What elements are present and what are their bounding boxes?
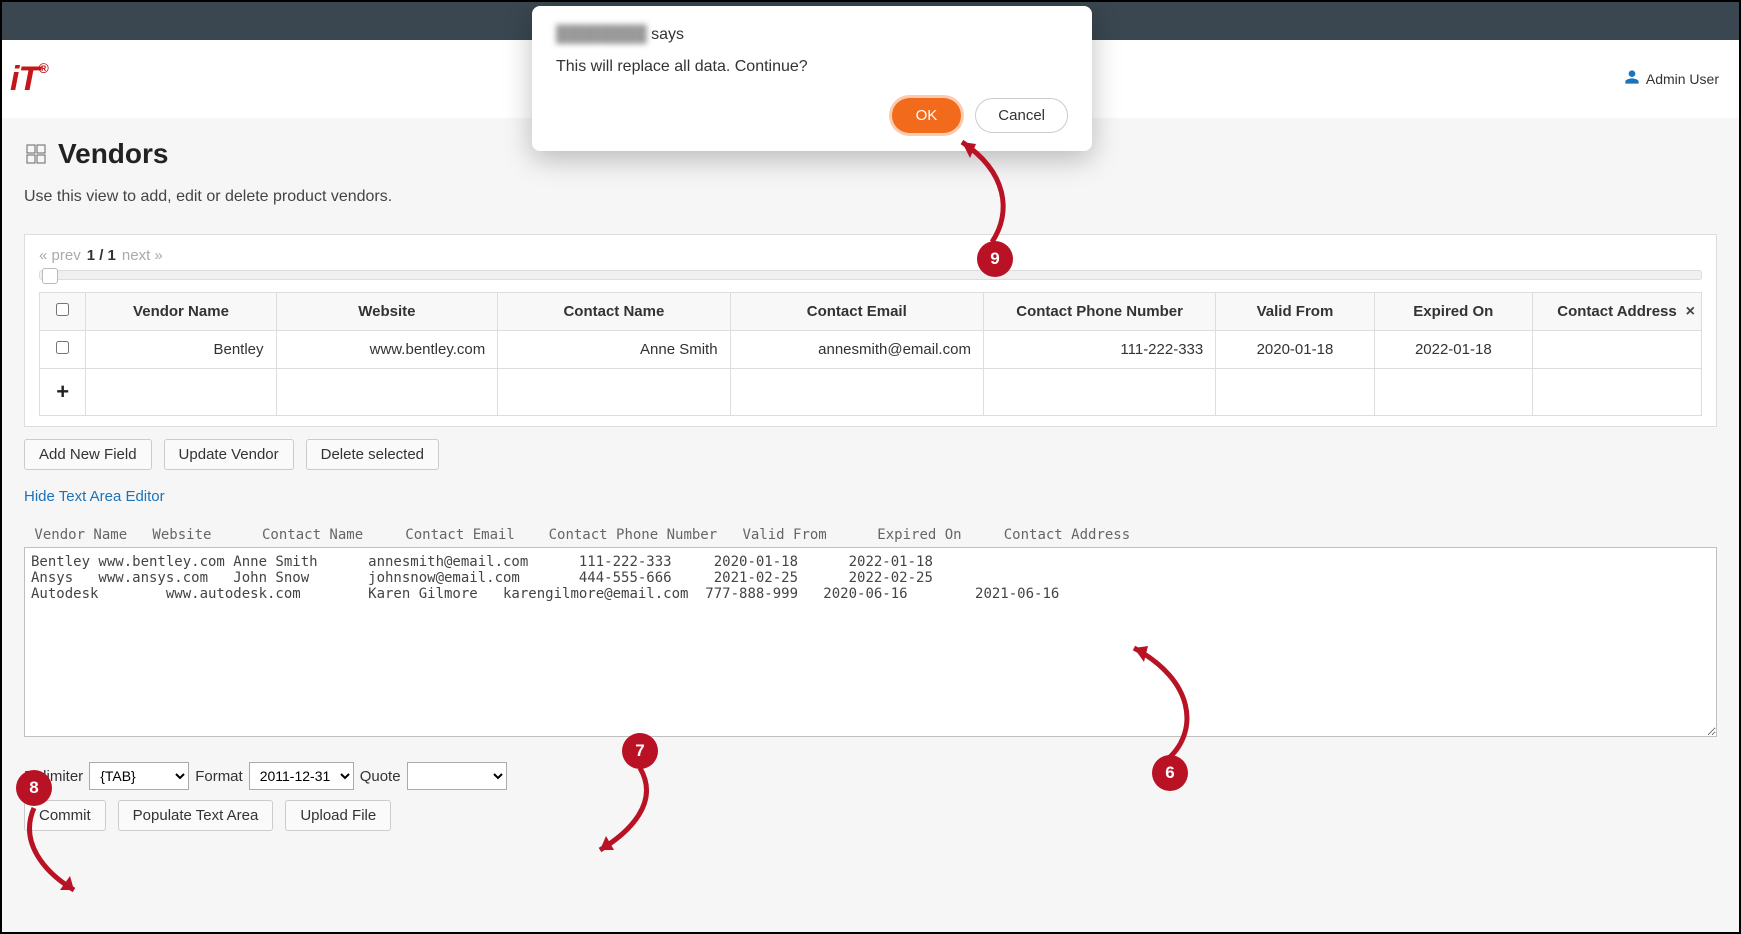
cell-contact-phone[interactable]: 111-222-333 bbox=[983, 331, 1215, 369]
format-select[interactable]: 2011-12-31 bbox=[249, 762, 354, 790]
vendors-table: Vendor Name Website Contact Name Contact… bbox=[39, 292, 1702, 416]
scroll-slider[interactable] bbox=[39, 270, 1702, 280]
delete-selected-button[interactable]: Delete selected bbox=[306, 439, 439, 470]
populate-button[interactable]: Populate Text Area bbox=[118, 800, 274, 831]
quote-label: Quote bbox=[360, 768, 401, 785]
format-label: Format bbox=[195, 768, 243, 785]
annotation-arrow-9 bbox=[942, 132, 1022, 262]
table-add-row: + bbox=[40, 369, 1702, 416]
annotation-arrow-7 bbox=[590, 762, 670, 862]
cell-contact-address[interactable] bbox=[1533, 331, 1702, 369]
dialog-message: This will replace all data. Continue? bbox=[556, 58, 1068, 76]
confirm-dialog: ████████ says This will replace all data… bbox=[532, 6, 1092, 151]
header-checkbox-cell bbox=[40, 293, 86, 331]
grid-icon bbox=[24, 142, 48, 166]
ok-button[interactable]: OK bbox=[892, 98, 962, 133]
page-title: Vendors bbox=[58, 138, 168, 170]
cell-vendor-name[interactable]: Bentley bbox=[86, 331, 276, 369]
cell-expired-on[interactable]: 2022-01-18 bbox=[1374, 331, 1532, 369]
dialog-title: ████████ says bbox=[556, 26, 1068, 44]
user-name: Admin User bbox=[1646, 71, 1719, 87]
select-all-checkbox[interactable] bbox=[56, 303, 69, 316]
add-row-icon[interactable]: + bbox=[56, 379, 69, 404]
user-block[interactable]: Admin User bbox=[1624, 69, 1719, 90]
cell-valid-from[interactable]: 2020-01-18 bbox=[1216, 331, 1374, 369]
col-contact-address[interactable]: Contact Address × bbox=[1533, 293, 1702, 331]
main-content: Vendors Use this view to add, edit or de… bbox=[2, 118, 1739, 932]
annotation-badge-7: 7 bbox=[622, 733, 658, 769]
pager-prev[interactable]: « prev bbox=[39, 247, 81, 264]
upload-file-button[interactable]: Upload File bbox=[285, 800, 391, 831]
delimiter-select[interactable]: {TAB} bbox=[89, 762, 189, 790]
annotation-badge-6: 6 bbox=[1152, 755, 1188, 791]
close-column-icon[interactable]: × bbox=[1686, 303, 1695, 321]
col-website[interactable]: Website bbox=[276, 293, 498, 331]
cell-website[interactable]: www.bentley.com bbox=[276, 331, 498, 369]
col-valid-from[interactable]: Valid From bbox=[1216, 293, 1374, 331]
col-contact-email[interactable]: Contact Email bbox=[730, 293, 983, 331]
dialog-source-hidden: ████████ bbox=[556, 26, 647, 43]
cell-contact-email[interactable]: annesmith@email.com bbox=[730, 331, 983, 369]
cancel-button[interactable]: Cancel bbox=[975, 98, 1068, 133]
editor-options-row: Delimiter {TAB} Format 2011-12-31 Quote bbox=[24, 762, 1717, 790]
hide-editor-link[interactable]: Hide Text Area Editor bbox=[24, 488, 165, 505]
annotation-badge-8: 8 bbox=[16, 770, 52, 806]
app-logo: iT® bbox=[10, 60, 48, 99]
pager-next[interactable]: next » bbox=[122, 247, 163, 264]
page-subtitle: Use this view to add, edit or delete pro… bbox=[24, 188, 1717, 206]
table-row: Bentley www.bentley.com Anne Smith annes… bbox=[40, 331, 1702, 369]
annotation-arrow-6 bbox=[1114, 640, 1214, 770]
col-vendor-name[interactable]: Vendor Name bbox=[86, 293, 276, 331]
vendors-panel: « prev 1 / 1 next » Vendor Name Website bbox=[24, 234, 1717, 427]
text-area-editor[interactable] bbox=[24, 547, 1717, 737]
pager-position: 1 / 1 bbox=[87, 247, 116, 264]
annotation-badge-9: 9 bbox=[977, 241, 1013, 277]
user-icon bbox=[1624, 69, 1640, 90]
col-contact-name[interactable]: Contact Name bbox=[498, 293, 730, 331]
col-contact-phone[interactable]: Contact Phone Number bbox=[983, 293, 1215, 331]
col-expired-on[interactable]: Expired On bbox=[1374, 293, 1532, 331]
row-checkbox[interactable] bbox=[56, 341, 69, 354]
pager: « prev 1 / 1 next » bbox=[39, 247, 1702, 264]
editor-column-headers: Vendor Name Website Contact Name Contact… bbox=[24, 523, 1717, 547]
slider-thumb[interactable] bbox=[42, 268, 58, 284]
quote-select[interactable] bbox=[407, 762, 507, 790]
annotation-arrow-8 bbox=[24, 802, 94, 902]
update-vendor-button[interactable]: Update Vendor bbox=[164, 439, 294, 470]
add-new-field-button[interactable]: Add New Field bbox=[24, 439, 152, 470]
cell-contact-name[interactable]: Anne Smith bbox=[498, 331, 730, 369]
